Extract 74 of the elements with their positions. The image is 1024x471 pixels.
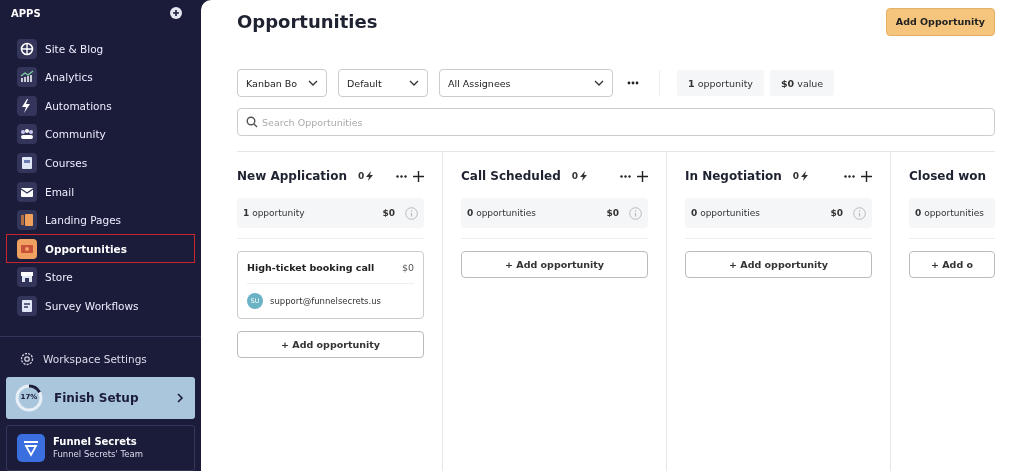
- ticket-icon: [17, 238, 37, 259]
- sidebar-item[interactable]: Opportunities: [6, 234, 195, 263]
- page-title: Opportunities: [237, 11, 378, 32]
- opportunity-count: 0 opportunities: [467, 208, 537, 218]
- opportunity-count: 0 opportunities: [915, 208, 985, 218]
- section-title: APPS: [11, 7, 41, 19]
- people-icon: [17, 124, 37, 145]
- sidebar-item[interactable]: Store: [6, 263, 195, 292]
- info-icon: [405, 206, 418, 220]
- column-title: In Negotiation: [685, 169, 782, 183]
- add-opportunity-button[interactable]: Add Opportunity: [885, 7, 995, 36]
- sidebar-item[interactable]: Courses: [6, 148, 195, 178]
- column-title: New Application: [237, 169, 347, 183]
- summary-chip: 1 opportunity: [677, 70, 764, 96]
- column-total: $0: [830, 208, 843, 218]
- lightning-icon: [366, 171, 374, 181]
- form-icon: [17, 295, 37, 316]
- automation-count: 0: [792, 171, 800, 181]
- chevron-down-icon: [409, 80, 419, 86]
- chevron-right-icon: [176, 392, 184, 403]
- chevron-down-icon: [594, 80, 604, 86]
- team-name: Funnel Secrets' Team: [53, 449, 143, 460]
- card-title: High-ticket booking call: [247, 262, 375, 273]
- opportunity-count: 0 opportunities: [691, 208, 761, 218]
- info-icon: [629, 206, 642, 220]
- chevron-down-icon: [308, 80, 318, 86]
- add-opportunity-button[interactable]: + Add opportunity: [461, 251, 648, 278]
- workspace-card[interactable]: Funnel Secrets Funnel Secrets' Team: [6, 424, 195, 471]
- gear-icon: [19, 350, 35, 367]
- automation-count: 0: [571, 171, 578, 181]
- column-title: Closed won: [909, 169, 987, 183]
- dropdown[interactable]: All Assignees: [439, 69, 613, 97]
- lightning-icon: [17, 95, 37, 116]
- book-icon: [17, 152, 37, 173]
- more-icon[interactable]: [620, 174, 631, 178]
- more-icon[interactable]: [627, 81, 639, 85]
- add-icon: [170, 7, 182, 20]
- more-icon[interactable]: [396, 174, 407, 178]
- dropdown[interactable]: Default: [338, 69, 428, 97]
- info-icon: [853, 206, 866, 220]
- chart-icon: [17, 67, 37, 88]
- column-total: $0: [606, 208, 619, 218]
- lightning-icon: [580, 171, 587, 181]
- add-icon[interactable]: [413, 170, 424, 182]
- storefront-icon: [17, 267, 37, 288]
- sidebar-item[interactable]: Analytics: [6, 62, 195, 92]
- add-opportunity-button[interactable]: + Add opportunity: [237, 331, 424, 358]
- search-field[interactable]: Search Opportunities: [237, 108, 995, 136]
- workspace-name: Funnel Secrets: [53, 436, 138, 448]
- sidebar-item[interactable]: Survey Workflows: [6, 291, 195, 321]
- sidebar-item[interactable]: Community: [6, 120, 195, 149]
- funnel-logo-icon: [17, 433, 45, 462]
- globe-icon: [17, 38, 37, 59]
- automation-count: 0: [358, 171, 365, 181]
- page-icon: [17, 210, 37, 231]
- column-total: $0: [382, 208, 395, 218]
- contact-email: support@funnelsecrets.us: [270, 296, 382, 306]
- add-opportunity-button[interactable]: + Add o: [909, 251, 995, 278]
- opportunity-count: 1 opportunity: [243, 208, 306, 218]
- summary-chip: $0 value: [770, 70, 835, 96]
- add-icon[interactable]: [861, 170, 872, 182]
- lightning-icon: [801, 171, 809, 181]
- sidebar-item[interactable]: Landing Pages: [6, 205, 195, 235]
- sidebar-item[interactable]: Site & Blog: [6, 34, 195, 63]
- more-icon[interactable]: [844, 174, 855, 178]
- sidebar-item[interactable]: Email: [6, 177, 195, 206]
- column-title: Call Scheduled: [461, 169, 561, 183]
- settings-link[interactable]: Workspace Settings: [6, 341, 195, 377]
- add-icon[interactable]: [637, 170, 648, 182]
- envelope-icon: [17, 181, 37, 202]
- add-opportunity-button[interactable]: + Add opportunity: [685, 251, 872, 278]
- dropdown[interactable]: Kanban Bo: [237, 69, 327, 97]
- card-value: $0: [401, 262, 414, 273]
- sidebar-item[interactable]: Automations: [6, 91, 195, 121]
